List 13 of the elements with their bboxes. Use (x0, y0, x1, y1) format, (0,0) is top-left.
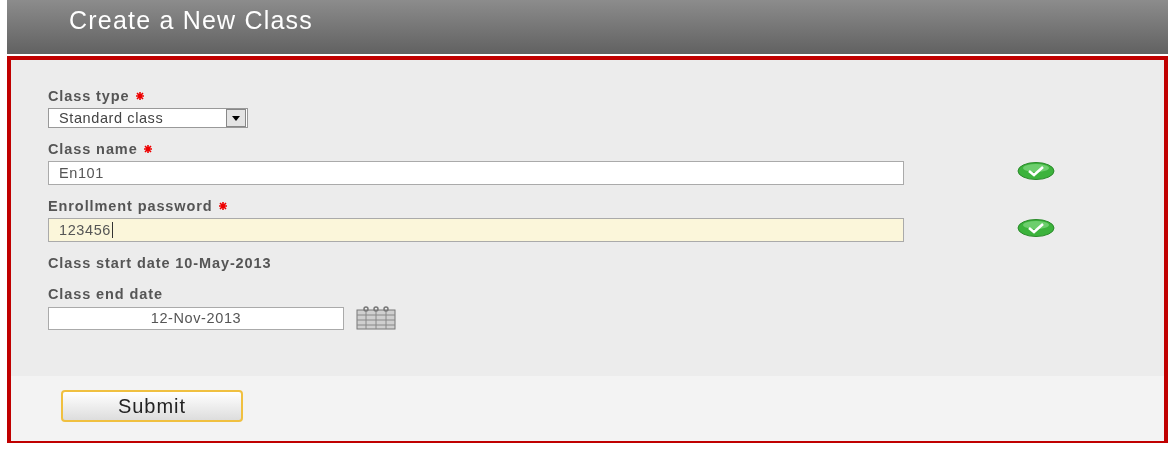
page-title: Create a New Class (68, 5, 314, 35)
field-label: Class start date 10-May-2013 (48, 255, 272, 271)
date-field[interactable]: 12-Nov-2013 (48, 306, 344, 330)
input-field[interactable]: 123456 (48, 218, 904, 242)
calendar-icon[interactable] (356, 306, 396, 330)
field-label: Enrollment password (48, 198, 213, 214)
input-field[interactable]: En101 (48, 161, 904, 185)
caret-icon (232, 115, 240, 121)
field-label: Class type (48, 88, 130, 104)
submit-button[interactable]: Submit (61, 390, 243, 422)
field-label: Class end date (48, 286, 163, 302)
field-label: Class name (48, 141, 138, 157)
class-type-dropdown[interactable]: Standard class (48, 108, 248, 128)
